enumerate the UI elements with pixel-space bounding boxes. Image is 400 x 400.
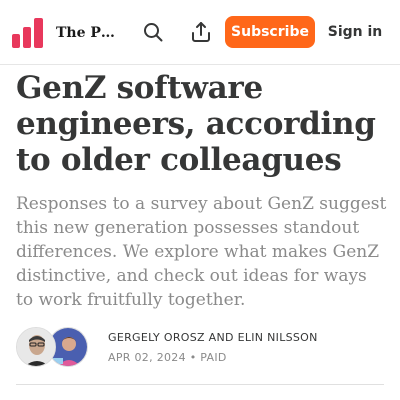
publication-logo-icon[interactable] (12, 16, 44, 48)
share-button[interactable] (189, 20, 213, 44)
article-title: GenZ software engineers, according to ol… (16, 70, 376, 178)
sign-in-button[interactable]: Sign in (324, 16, 386, 48)
person-photo-icon (17, 328, 55, 366)
top-navigation-bar: The Pr… Subscribe Sign in (0, 0, 400, 65)
share-icon (192, 22, 210, 42)
author-byline[interactable]: GERGELY OROSZ AND ELIN NILSSON (108, 331, 388, 345)
search-icon (144, 23, 163, 42)
search-button[interactable] (141, 20, 165, 44)
article-subtitle: Responses to a survey about GenZ suggest… (16, 194, 387, 310)
meta-separator: • (189, 351, 197, 364)
author-avatar-gergely[interactable] (16, 327, 56, 367)
post-date: APR 02, 2024 (108, 351, 186, 364)
subscribe-button[interactable]: Subscribe (225, 16, 315, 48)
author-avatars[interactable] (16, 327, 90, 369)
divider (16, 384, 384, 385)
publication-name[interactable]: The Pr… (56, 22, 118, 44)
post-meta: APR 02, 2024 • PAID (108, 351, 388, 365)
paid-badge: PAID (200, 351, 227, 364)
